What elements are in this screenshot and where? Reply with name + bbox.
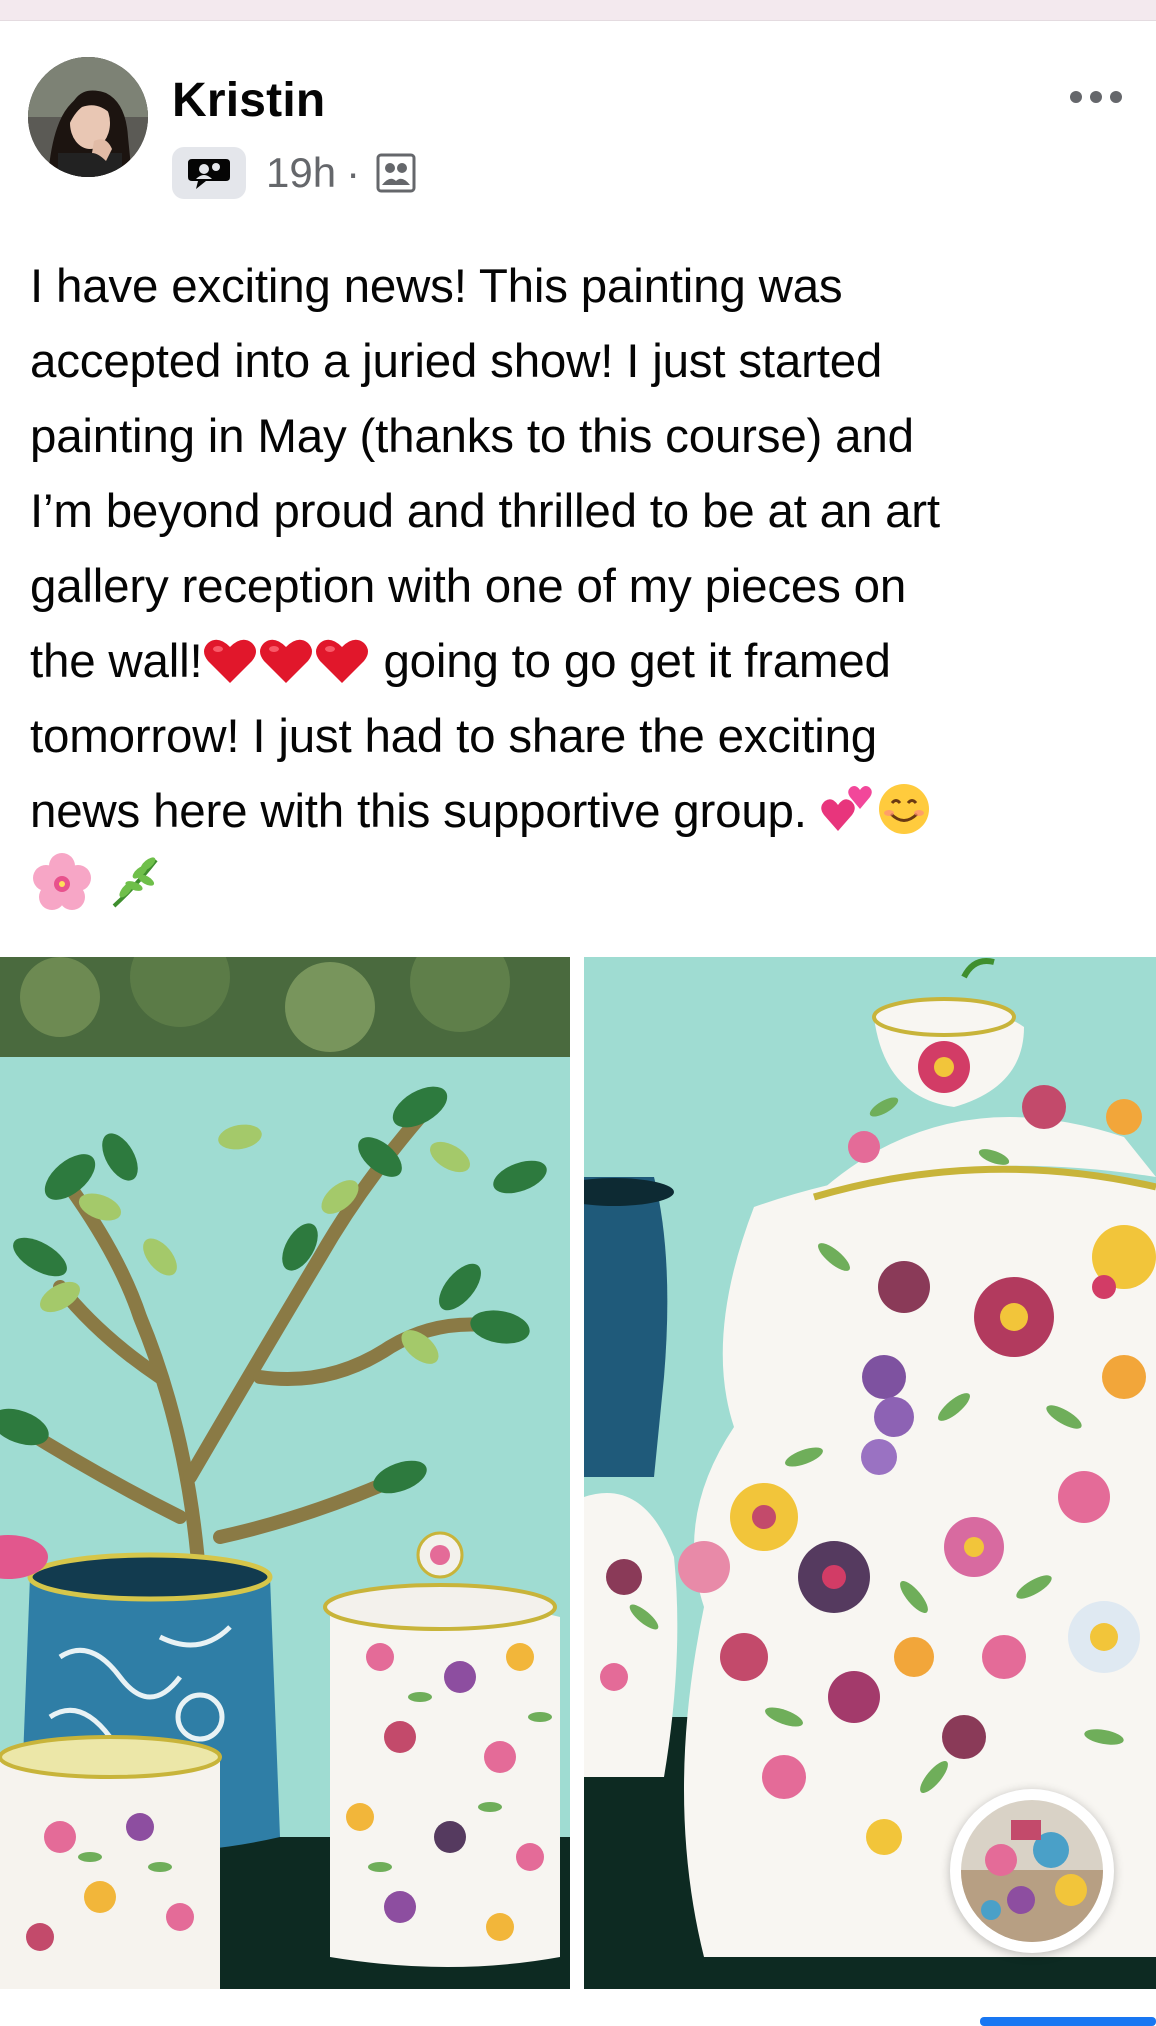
author-name[interactable]: Kristin	[172, 73, 325, 128]
post-text-line: gallery reception with one of my pieces …	[30, 560, 907, 613]
post-card: Kristin 19h · I have exciting news! This…	[0, 21, 1156, 2026]
post-text-line: tomorrow! I just had to share the exciti…	[30, 710, 878, 763]
two-hearts-icon	[820, 784, 876, 859]
group-chat-icon[interactable]	[172, 147, 246, 199]
chat-head-bubble[interactable]	[950, 1789, 1114, 1953]
more-options-icon[interactable]	[1060, 77, 1132, 117]
photo-painting-full-view[interactable]	[0, 957, 570, 1989]
post-text-line: I have exciting news! This painting was	[30, 260, 843, 313]
post-text-line-hearts: the wall! going to go get it framed	[30, 624, 1130, 699]
post-text-segment: the wall!	[30, 635, 203, 688]
author-avatar[interactable]	[28, 57, 148, 177]
post-meta: 19h ·	[172, 145, 418, 201]
herb-icon	[104, 852, 164, 934]
post-text-line-emoji	[30, 849, 1130, 924]
post-text-line: I’m beyond proud and thrilled to be at a…	[30, 485, 940, 538]
post-text-segment: going to go get it framed	[370, 635, 891, 688]
post-text-segment: news here with this supportive group.	[30, 785, 820, 838]
post-text-line: painting in May (thanks to this course) …	[30, 410, 914, 463]
post-text-line: accepted into a juried show! I just star…	[30, 335, 883, 388]
post-text-line-emoji: news here with this supportive group.	[30, 774, 1130, 849]
scroll-indicator	[980, 2017, 1156, 2026]
red-heart-icon	[202, 634, 258, 709]
meta-separator: ·	[346, 149, 361, 196]
top-strip	[0, 0, 1156, 21]
members-icon	[374, 151, 418, 195]
smiling-face-icon	[876, 781, 932, 859]
red-heart-icon	[258, 634, 314, 709]
red-heart-icon	[314, 634, 370, 709]
chat-head-avatar	[961, 1800, 1103, 1942]
post-timestamp[interactable]: 19h	[266, 149, 336, 197]
post-body: I have exciting news! This painting was …	[30, 249, 1130, 924]
cherry-blossom-icon	[30, 852, 94, 934]
